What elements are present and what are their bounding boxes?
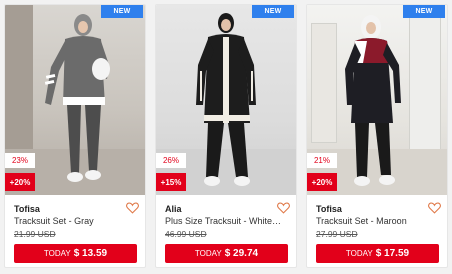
discount-badge: 26% xyxy=(156,153,186,168)
brand-name[interactable]: Tofisa xyxy=(316,204,342,214)
price-button[interactable]: TODAY $ 17.59 xyxy=(316,244,439,263)
product-name[interactable]: Tracksuit Set - Maroon xyxy=(316,216,434,226)
today-label: TODAY xyxy=(43,249,71,258)
price-button[interactable]: TODAY $ 29.74 xyxy=(165,244,288,263)
product-name[interactable]: Plus Size Tracksuit - White Ecru... xyxy=(165,216,283,226)
current-price: $ 29.74 xyxy=(224,248,259,259)
extra-discount-badge: +20% xyxy=(5,173,35,191)
today-label: TODAY xyxy=(345,249,373,258)
product-card[interactable]: NEW 26% +15% Alia Plus Size Tracksuit - … xyxy=(155,4,297,268)
product-name[interactable]: Tracksuit Set - Gray xyxy=(14,216,132,226)
current-price: $ 17.59 xyxy=(375,248,410,259)
old-price: 21.99 USD xyxy=(14,229,56,239)
brand-name[interactable]: Alia xyxy=(165,204,182,214)
today-label: TODAY xyxy=(194,249,222,258)
brand-name[interactable]: Tofisa xyxy=(14,204,40,214)
heart-icon[interactable] xyxy=(126,202,139,214)
price-button[interactable]: TODAY $ 13.59 xyxy=(14,244,137,263)
new-badge: NEW xyxy=(101,5,143,18)
current-price: $ 13.59 xyxy=(73,248,108,259)
old-price: 27.99 USD xyxy=(316,229,358,239)
heart-icon[interactable] xyxy=(277,202,290,214)
product-card[interactable]: NEW 21% +20% Tofisa Tracksuit Set - Maro… xyxy=(306,4,448,268)
new-badge: NEW xyxy=(252,5,294,18)
extra-discount-badge: +15% xyxy=(156,173,186,191)
product-card[interactable]: NEW 23% +20% Tofisa Tracksuit Set - Gray… xyxy=(4,4,146,268)
heart-icon[interactable] xyxy=(428,202,441,214)
discount-badge: 21% xyxy=(307,153,337,168)
new-badge: NEW xyxy=(403,5,445,18)
extra-discount-badge: +20% xyxy=(307,173,337,191)
old-price: 46.99 USD xyxy=(165,229,207,239)
discount-badge: 23% xyxy=(5,153,35,168)
